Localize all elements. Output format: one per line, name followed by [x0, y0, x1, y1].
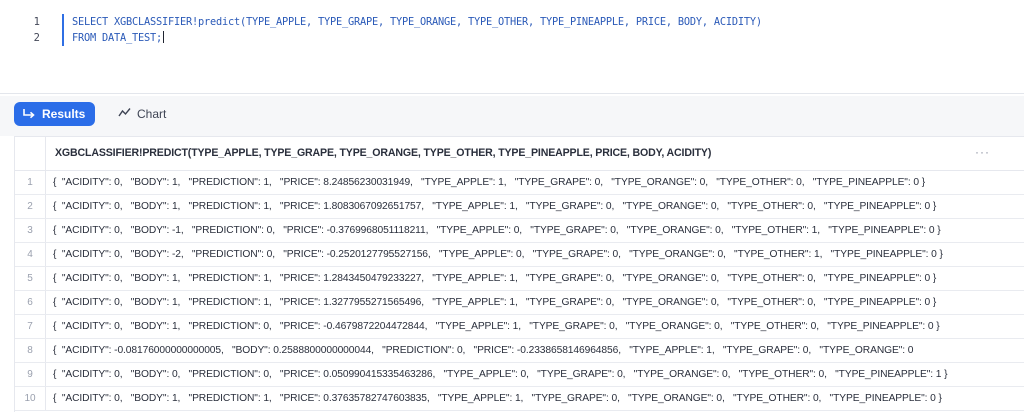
row-number: 1 [15, 171, 46, 194]
line-chart-icon [118, 107, 131, 121]
table-row[interactable]: 7 { "ACIDITY": 0, "BODY": 1, "PREDICTION"… [15, 315, 1024, 339]
table-cell[interactable]: { "ACIDITY": 0, "BODY": 1, "PREDICTION":… [53, 171, 925, 194]
code-text[interactable]: FROM DATA_TEST; [72, 32, 162, 44]
result-tabs: Results Chart [0, 96, 1024, 136]
column-header[interactable]: XGBCLASSIFIER!PREDICT(TYPE_APPLE, TYPE_G… [55, 147, 711, 159]
table-row[interactable]: 3 { "ACIDITY": 0, "BODY": -1, "PREDICTION… [15, 219, 1024, 243]
table-row[interactable]: 4 { "ACIDITY": 0, "BODY": -2, "PREDICTION… [15, 243, 1024, 267]
editor-line-1[interactable]: 1 SELECT XGBCLASSIFIER!predict(TYPE_APPL… [0, 14, 1024, 30]
tab-results[interactable]: Results [14, 102, 96, 126]
tab-results-label: Results [42, 107, 86, 121]
table-cell[interactable]: { "ACIDITY": 0, "BODY": -1, "PREDICTION"… [53, 219, 941, 242]
line-number: 1 [33, 16, 40, 28]
tab-chart[interactable]: Chart [112, 102, 172, 126]
row-number: 5 [15, 267, 46, 290]
row-number: 2 [15, 195, 46, 218]
line-number: 2 [33, 32, 40, 44]
table-row[interactable]: 10 { "ACIDITY": 0, "BODY": 1, "PREDICTION… [15, 387, 1024, 411]
table-row[interactable]: 8 { "ACIDITY": -0.08176000000000005, "BOD… [15, 339, 1024, 363]
row-number: 7 [15, 315, 46, 338]
table-cell[interactable]: { "ACIDITY": 0, "BODY": 1, "PREDICTION":… [53, 267, 936, 290]
sql-editor[interactable]: 1 SELECT XGBCLASSIFIER!predict(TYPE_APPL… [0, 0, 1024, 96]
editor-line-2[interactable]: 2 FROM DATA_TEST; [0, 30, 1024, 46]
row-number: 9 [15, 363, 46, 386]
table-cell[interactable]: { "ACIDITY": 0, "BODY": 1, "PREDICTION":… [53, 291, 936, 314]
code-text[interactable]: SELECT XGBCLASSIFIER!predict(TYPE_APPLE,… [72, 14, 762, 30]
tab-chart-label: Chart [137, 107, 167, 121]
row-number-column-header [15, 137, 46, 170]
table-row[interactable]: 5 { "ACIDITY": 0, "BODY": 1, "PREDICTION"… [15, 267, 1024, 291]
row-number: 8 [15, 339, 46, 362]
table-row[interactable]: 9 { "ACIDITY": 0, "BODY": 0, "PREDICTION"… [15, 363, 1024, 387]
row-number: 6 [15, 291, 46, 314]
results-grid[interactable]: XGBCLASSIFIER!PREDICT(TYPE_APPLE, TYPE_G… [14, 136, 1024, 412]
table-cell[interactable]: { "ACIDITY": 0, "BODY": -2, "PREDICTION"… [53, 243, 943, 266]
grid-header: XGBCLASSIFIER!PREDICT(TYPE_APPLE, TYPE_G… [15, 137, 1024, 171]
table-cell[interactable]: { "ACIDITY": -0.08176000000000005, "BODY… [53, 339, 913, 362]
column-menu-icon[interactable]: ··· [975, 145, 990, 159]
row-number: 4 [15, 243, 46, 266]
current-statement-marker [62, 30, 64, 46]
table-row[interactable]: 2 { "ACIDITY": 0, "BODY": 1, "PREDICTION"… [15, 195, 1024, 219]
row-number: 10 [15, 387, 46, 410]
table-cell[interactable]: { "ACIDITY": 0, "BODY": 1, "PREDICTION":… [53, 195, 936, 218]
return-arrow-icon [22, 108, 36, 120]
table-row[interactable]: 1 { "ACIDITY": 0, "BODY": 1, "PREDICTION"… [15, 171, 1024, 195]
table-cell[interactable]: { "ACIDITY": 0, "BODY": 0, "PREDICTION":… [53, 363, 948, 386]
table-cell[interactable]: { "ACIDITY": 0, "BODY": 1, "PREDICTION":… [53, 387, 942, 410]
table-row[interactable]: 6 { "ACIDITY": 0, "BODY": 1, "PREDICTION"… [15, 291, 1024, 315]
table-cell[interactable]: { "ACIDITY": 0, "BODY": 1, "PREDICTION":… [53, 315, 940, 338]
text-cursor [163, 31, 164, 43]
row-number: 3 [15, 219, 46, 242]
editor-divider [0, 93, 1024, 94]
code-text-line-2[interactable]: FROM DATA_TEST; [72, 30, 164, 46]
current-statement-marker [62, 14, 64, 30]
